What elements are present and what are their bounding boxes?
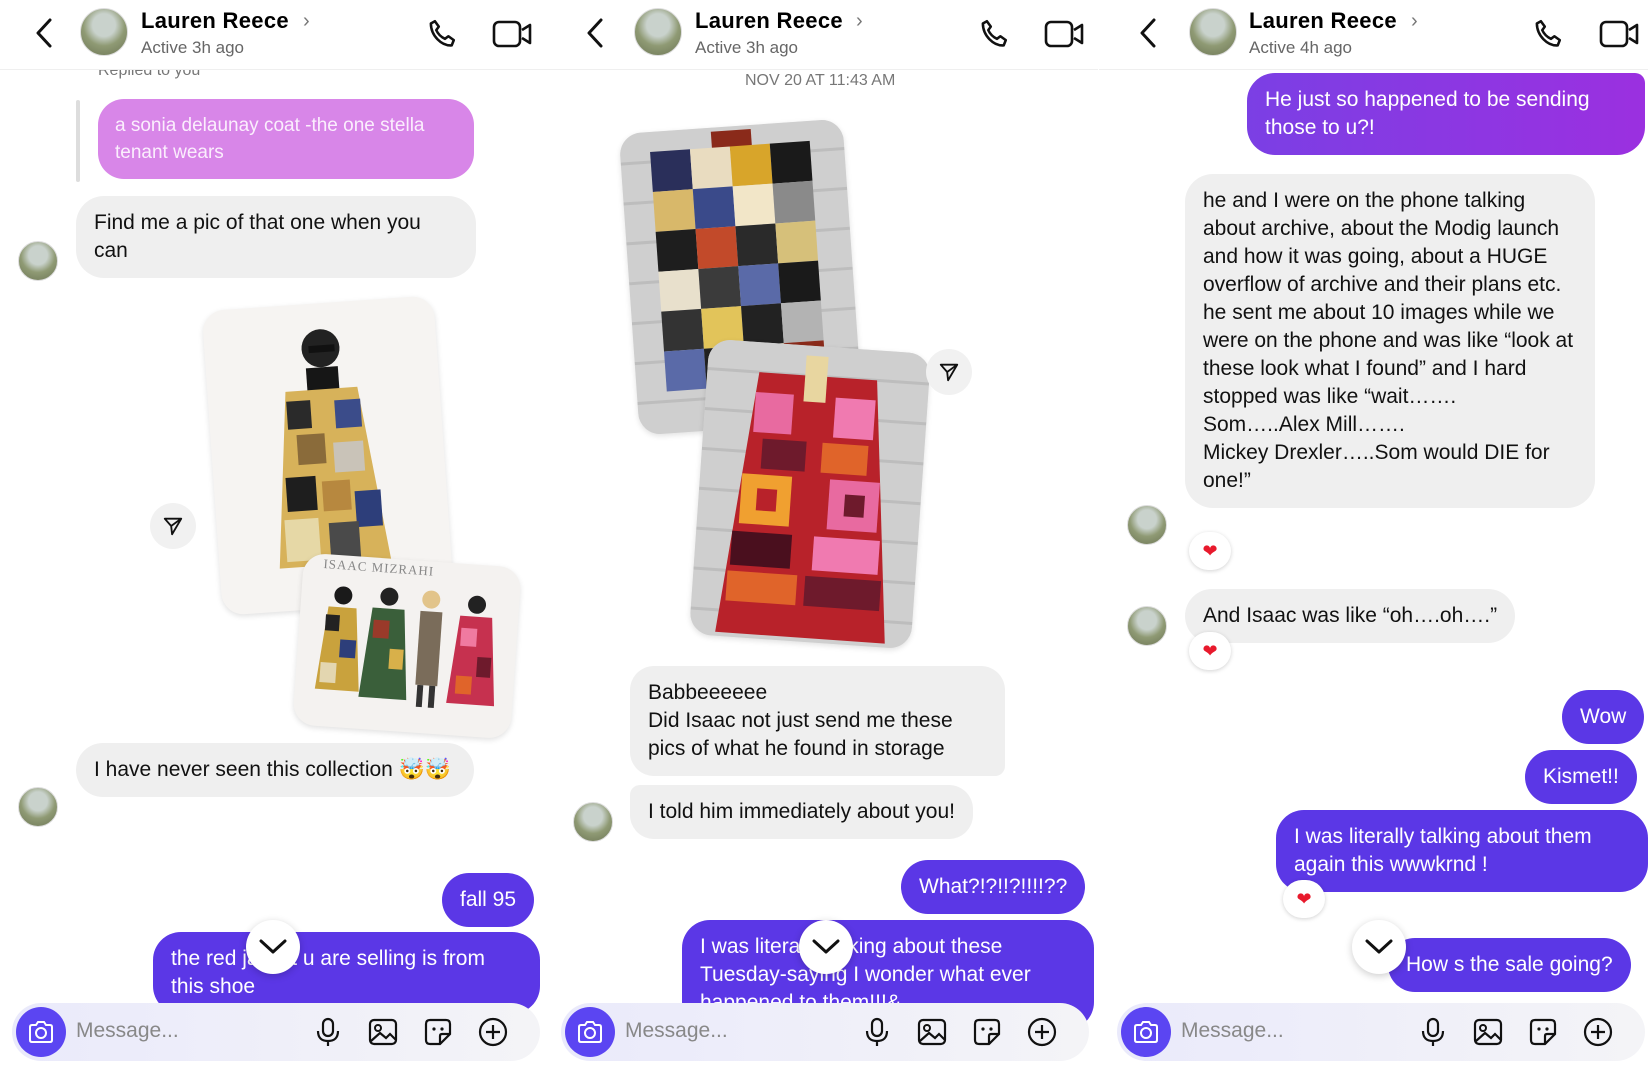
mic-icon[interactable] [312,1016,344,1048]
mic-icon[interactable] [1417,1016,1449,1048]
sticker-icon[interactable] [422,1016,454,1048]
outgoing-message[interactable]: the red jacket u are selling is from thi… [153,932,540,1014]
gallery-icon[interactable] [367,1016,399,1048]
reply-indicator-bar [76,100,80,182]
share-icon[interactable] [926,349,972,395]
active-status: Active 3h ago [695,38,799,57]
incoming-message[interactable]: Babbeeeeee Did Isaac not just send me th… [630,666,1005,776]
sender-avatar[interactable] [18,787,58,827]
video-icon[interactable] [1044,18,1084,50]
outgoing-message[interactable]: fall 95 [442,873,535,927]
contact-name[interactable]: Lauren Reece [141,8,289,34]
incoming-message[interactable]: I told him immediately about you! [630,785,973,839]
heart-icon[interactable]: ❤ [1189,532,1231,570]
chat-header: Lauren Reece › Active 3h ago [549,0,1098,70]
chat-panel-3: Lauren Reece › Active 4h ago He just so … [1099,0,1648,1078]
video-icon[interactable] [492,18,532,50]
chevron-right-icon[interactable]: › [303,10,310,33]
heart-icon[interactable]: ❤ [1283,880,1325,918]
outgoing-message[interactable]: I was literally talking about them again… [1276,810,1648,892]
incoming-message[interactable]: And Isaac was like “oh….oh….” [1185,589,1516,643]
outgoing-message[interactable]: What?!?!!?!!!!?? [901,860,1086,914]
avatar[interactable] [1189,8,1237,56]
back-arrow-icon[interactable] [30,16,58,50]
active-status: Active 3h ago [141,38,245,57]
chat-panel-2: Lauren Reece › Active 3h ago NOV 20 AT 1… [549,0,1098,1078]
message-composer: Message... [12,1003,540,1061]
avatar[interactable] [80,8,128,56]
incoming-message[interactable]: I have never seen this collection 🤯🤯 [76,743,474,797]
message-composer: Message... [561,1003,1089,1061]
sticker-icon[interactable] [971,1016,1003,1048]
outgoing-message[interactable]: How s the sale going? [1388,938,1631,992]
message-input[interactable]: Message... [76,1019,179,1043]
gallery-icon[interactable] [1472,1016,1504,1048]
plus-icon[interactable] [1582,1016,1614,1048]
contact-name[interactable]: Lauren Reece [695,8,843,34]
phone-icon[interactable] [1531,16,1567,52]
camera-icon [29,1021,53,1043]
phone-icon[interactable] [425,16,461,52]
shared-photo-coat-2[interactable] [688,338,932,650]
heart-icon[interactable]: ❤ [1189,632,1231,670]
chat-panel-1: Lauren Reece › Active 3h ago Replied to … [0,0,549,1078]
sticker-icon[interactable] [1527,1016,1559,1048]
phone-icon[interactable] [977,16,1013,52]
sender-avatar[interactable] [1127,505,1167,545]
video-icon[interactable] [1599,18,1639,50]
incoming-message[interactable]: he and I were on the phone talking about… [1185,174,1595,508]
shared-photo-runway[interactable]: ISAAC MIZRAHI [292,552,522,740]
replied-message[interactable]: a sonia delaunay coat -the one stella te… [98,99,474,179]
back-arrow-icon[interactable] [1134,16,1162,50]
message-input[interactable]: Message... [1181,1019,1284,1043]
chevron-down-icon [812,939,840,954]
chat-header: Lauren Reece › Active 3h ago [0,0,549,70]
plus-icon[interactable] [477,1016,509,1048]
camera-icon [1134,1021,1158,1043]
chevron-right-icon[interactable]: › [856,10,863,33]
sender-avatar[interactable] [18,241,58,281]
gallery-icon[interactable] [916,1016,948,1048]
outgoing-message[interactable]: He just so happened to be sending those … [1247,73,1645,155]
avatar[interactable] [634,8,682,56]
chevron-down-icon [1365,939,1393,954]
share-icon[interactable] [150,503,196,549]
message-input[interactable]: Message... [625,1019,728,1043]
active-status: Active 4h ago [1249,38,1353,57]
scroll-down-button[interactable] [246,920,300,974]
sender-avatar[interactable] [1127,606,1167,646]
outgoing-message[interactable]: Wow [1562,690,1645,744]
camera-button[interactable] [16,1007,66,1057]
incoming-message[interactable]: Find me a pic of that one when you can [76,196,476,278]
chevron-right-icon[interactable]: › [1411,10,1418,33]
contact-name[interactable]: Lauren Reece [1249,8,1397,34]
back-arrow-icon[interactable] [581,16,609,50]
scroll-down-button[interactable] [799,920,853,974]
message-composer: Message... [1117,1003,1645,1061]
camera-button[interactable] [565,1007,615,1057]
outgoing-message[interactable]: Kismet!! [1525,750,1637,804]
mic-icon[interactable] [861,1016,893,1048]
sender-avatar[interactable] [573,802,613,842]
camera-button[interactable] [1121,1007,1171,1057]
camera-icon [578,1021,602,1043]
plus-icon[interactable] [1026,1016,1058,1048]
chat-header: Lauren Reece › Active 4h ago [1099,0,1648,70]
scroll-down-button[interactable] [1352,920,1406,974]
chevron-down-icon [259,939,287,954]
timestamp: NOV 20 AT 11:43 AM [745,72,896,89]
